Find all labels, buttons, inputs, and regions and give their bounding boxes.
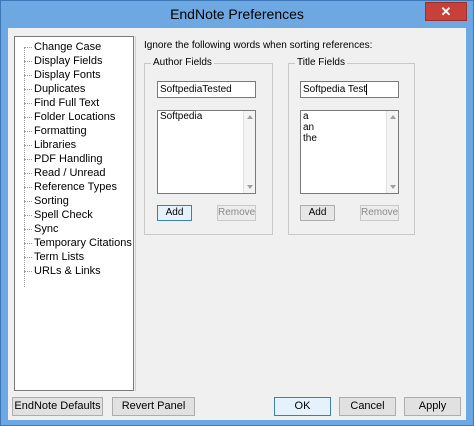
tree-branch xyxy=(24,131,32,132)
panel-description: Ignore the following words when sorting … xyxy=(144,40,373,51)
sidebar-item-sorting[interactable]: Sorting xyxy=(24,194,132,208)
sidebar-item-label: Change Case xyxy=(34,41,102,53)
sidebar-item-label: Spell Check xyxy=(34,209,93,221)
apply-button[interactable]: Apply xyxy=(404,397,461,416)
sidebar-item-sync[interactable]: Sync xyxy=(24,222,132,236)
sidebar-item-change-case[interactable]: Change Case xyxy=(24,40,132,54)
sidebar-item-label: Sync xyxy=(34,223,59,235)
endnote-defaults-button[interactable]: EndNote Defaults xyxy=(12,397,103,416)
sidebar-item-formatting[interactable]: Formatting xyxy=(24,124,132,138)
sidebar-item-spell-check[interactable]: Spell Check xyxy=(24,208,132,222)
sidebar-item-libraries[interactable]: Libraries xyxy=(24,138,132,152)
tree-branch xyxy=(24,89,32,90)
sidebar-item-label: Duplicates xyxy=(34,83,86,95)
list-item[interactable]: a xyxy=(301,111,398,122)
tree-branch xyxy=(24,159,32,160)
sidebar-item-label: Temporary Citations xyxy=(34,237,132,249)
tree-branch xyxy=(24,229,32,230)
tree-branch xyxy=(24,271,32,272)
sidebar-item-urls-links[interactable]: URLs & Links xyxy=(24,264,132,278)
sidebar-item-label: Libraries xyxy=(34,139,77,151)
tree-branch xyxy=(24,145,32,146)
tree-branch xyxy=(24,187,32,188)
tree-branch xyxy=(24,257,32,258)
tree-branch xyxy=(24,47,32,48)
tree-branch xyxy=(24,75,32,76)
title-word-list[interactable]: a an the xyxy=(300,110,399,194)
tree-branch xyxy=(24,117,32,118)
close-icon: ✕ xyxy=(440,4,452,19)
author-fields-group: Author Fields SoftpediaTested Softpedia … xyxy=(144,57,273,235)
sidebar-item-label: Term Lists xyxy=(34,251,85,263)
sidebar-item-label: URLs & Links xyxy=(34,265,101,277)
sidebar-item-reference-types[interactable]: Reference Types xyxy=(24,180,132,194)
sidebar-item-display-fields[interactable]: Display Fields xyxy=(24,54,132,68)
sidebar-item-label: Reference Types xyxy=(34,181,117,193)
close-button[interactable]: ✕ xyxy=(425,2,467,21)
author-word-input[interactable]: SoftpediaTested xyxy=(157,81,256,98)
sidebar-item-duplicates[interactable]: Duplicates xyxy=(24,82,132,96)
sidebar-item-folder-locations[interactable]: Folder Locations xyxy=(24,110,132,124)
title-list-scrollbar[interactable] xyxy=(386,111,398,193)
title-fields-group: Title Fields Softpedia Test a an the Add… xyxy=(288,57,415,235)
title-fields-legend: Title Fields xyxy=(295,57,347,68)
tree-branch xyxy=(24,201,32,202)
sorting-panel: Ignore the following words when sorting … xyxy=(135,36,464,391)
tree-branch xyxy=(24,215,32,216)
tree-branch xyxy=(24,173,32,174)
author-fields-legend: Author Fields xyxy=(151,57,214,68)
list-item[interactable]: an xyxy=(301,122,398,133)
revert-panel-button[interactable]: Revert Panel xyxy=(112,397,195,416)
sidebar-item-label: Folder Locations xyxy=(34,111,116,123)
cancel-button[interactable]: Cancel xyxy=(339,397,396,416)
ok-button[interactable]: OK xyxy=(274,397,331,416)
sidebar-item-term-lists[interactable]: Term Lists xyxy=(24,250,132,264)
sidebar-item-label: Display Fields xyxy=(34,55,103,67)
dialog-body: Change Case Display Fields Display Fonts… xyxy=(8,28,466,420)
sidebar-item-label: Read / Unread xyxy=(34,167,106,179)
preferences-sidebar: Change Case Display Fields Display Fonts… xyxy=(14,36,134,391)
title-word-input-text: Softpedia Test xyxy=(303,84,367,95)
sidebar-item-read-unread[interactable]: Read / Unread xyxy=(24,166,132,180)
tree-branch xyxy=(24,103,32,104)
scroll-down-arrow-icon[interactable] xyxy=(247,185,253,189)
title-word-input[interactable]: Softpedia Test xyxy=(300,81,399,98)
sidebar-item-label: Display Fonts xyxy=(34,69,101,81)
sidebar-item-display-fonts[interactable]: Display Fonts xyxy=(24,68,132,82)
author-add-button[interactable]: Add xyxy=(157,205,192,221)
scroll-down-arrow-icon[interactable] xyxy=(390,185,396,189)
sidebar-item-label: Find Full Text xyxy=(34,97,100,109)
sidebar-item-find-full-text[interactable]: Find Full Text xyxy=(24,96,132,110)
preferences-window: EndNote Preferences ✕ Change Case Displa… xyxy=(0,0,474,426)
author-list-scrollbar[interactable] xyxy=(243,111,255,193)
title-remove-button[interactable]: Remove xyxy=(360,205,399,221)
tree-branch xyxy=(24,61,32,62)
list-item[interactable]: the xyxy=(301,133,398,144)
sidebar-item-label: PDF Handling xyxy=(34,153,103,165)
window-title: EndNote Preferences xyxy=(170,6,304,22)
scroll-up-arrow-icon[interactable] xyxy=(247,115,253,119)
list-item[interactable]: Softpedia xyxy=(158,111,255,122)
author-word-list[interactable]: Softpedia xyxy=(157,110,256,194)
title-add-button[interactable]: Add xyxy=(300,205,335,221)
sidebar-item-pdf-handling[interactable]: PDF Handling xyxy=(24,152,132,166)
tree-branch xyxy=(24,243,32,244)
scroll-up-arrow-icon[interactable] xyxy=(390,115,396,119)
author-remove-button[interactable]: Remove xyxy=(217,205,256,221)
sidebar-item-label: Formatting xyxy=(34,125,87,137)
title-bar[interactable]: EndNote Preferences ✕ xyxy=(1,1,473,27)
text-cursor xyxy=(366,83,368,95)
sidebar-item-temporary-citations[interactable]: Temporary Citations xyxy=(24,236,132,250)
sidebar-item-label: Sorting xyxy=(34,195,69,207)
